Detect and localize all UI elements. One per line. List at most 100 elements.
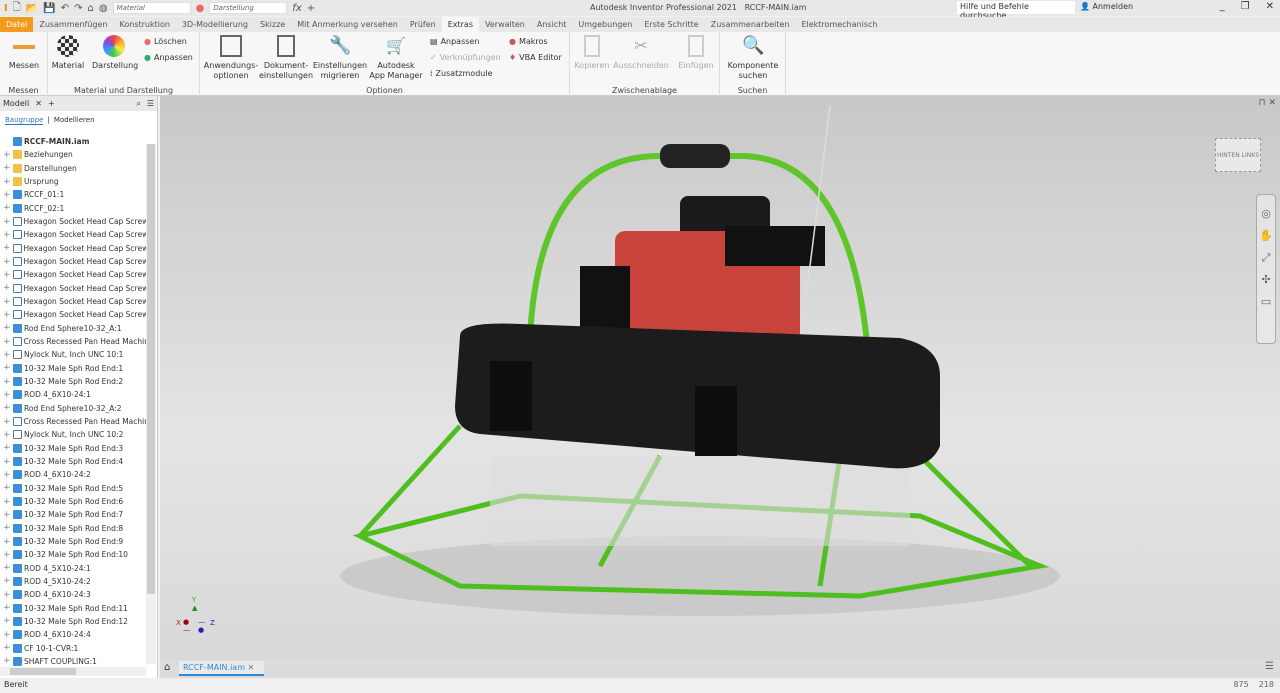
tree-item[interactable]: + ROD 4_5X10-24:1: [0, 562, 146, 575]
appearance-button[interactable]: Darstellung: [92, 35, 138, 71]
close-button[interactable]: ✕: [1266, 1, 1274, 12]
expand-icon[interactable]: +: [3, 630, 11, 640]
tree-item[interactable]: +10-32 Male Sph Rod End:8: [0, 522, 146, 535]
tree-item[interactable]: + Beziehungen: [0, 148, 146, 161]
expand-icon[interactable]: +: [3, 390, 11, 400]
tree-root[interactable]: RCCF-MAIN.iam: [0, 135, 146, 148]
tree-item[interactable]: +10-32 Male Sph Rod End:11: [0, 601, 146, 614]
3d-viewport[interactable]: HINTEN LINKS ⊓ ✕ ◎ ✋ ⤢ ✣ ▭ Y ▲ X ●— —● Z: [160, 96, 1280, 660]
tab-umgebungen[interactable]: Umgebungen: [572, 17, 638, 32]
close-tab-icon[interactable]: ✕: [35, 99, 42, 108]
expand-icon[interactable]: +: [3, 576, 11, 586]
doc-tab-rccf-main[interactable]: RCCF-MAIN.iam ✕: [179, 661, 264, 676]
expand-icon[interactable]: +: [3, 537, 11, 547]
tree-item[interactable]: + Hexagon Socket Head Cap Screw - In: [0, 228, 146, 241]
panel-label[interactable]: Material und Darstellung: [48, 86, 199, 95]
home-tab-icon[interactable]: ⌂: [164, 662, 170, 673]
cut-button[interactable]: ✂ Ausschneiden: [612, 35, 670, 71]
tree-item[interactable]: +10-32 Male Sph Rod End:1: [0, 362, 146, 375]
horizontal-scrollbar[interactable]: [0, 667, 146, 676]
tab-skizze[interactable]: Skizze: [254, 17, 291, 32]
expand-icon[interactable]: +: [3, 497, 11, 507]
save-icon[interactable]: 💾: [43, 3, 55, 14]
tree-item[interactable]: + CF 10-1-CVR:1: [0, 641, 146, 654]
tree-item[interactable]: +10-32 Male Sph Rod End:12: [0, 615, 146, 628]
expand-icon[interactable]: +: [3, 310, 11, 320]
expand-icon[interactable]: +: [3, 443, 11, 453]
expand-icon[interactable]: +: [3, 483, 11, 493]
expand-icon[interactable]: +: [3, 163, 11, 173]
orbit-icon[interactable]: ✣: [1257, 269, 1275, 291]
expand-icon[interactable]: +: [3, 203, 11, 213]
tab-datei[interactable]: Datei: [0, 17, 34, 32]
measure-button[interactable]: Messen: [8, 35, 40, 71]
look-at-icon[interactable]: ▭: [1257, 291, 1275, 313]
panel-label[interactable]: Optionen: [200, 86, 569, 95]
expand-icon[interactable]: +: [3, 243, 11, 253]
tab-ansicht[interactable]: Ansicht: [531, 17, 573, 32]
tab-zusammenarbeiten[interactable]: Zusammenarbeiten: [705, 17, 796, 32]
application-options-button[interactable]: Anwendungs-optionen: [202, 35, 260, 81]
expand-icon[interactable]: +: [3, 470, 11, 480]
close-doc-icon[interactable]: ✕: [248, 663, 255, 672]
expand-icon[interactable]: +: [3, 656, 11, 666]
expand-icon[interactable]: +: [3, 616, 11, 626]
material-button[interactable]: Material: [50, 35, 86, 71]
tab-erste-schritte[interactable]: Erste Schritte: [638, 17, 704, 32]
copy-button[interactable]: Kopieren: [572, 35, 612, 71]
expand-icon[interactable]: +: [3, 350, 11, 360]
customize-button[interactable]: ▤ Anpassen: [430, 37, 479, 46]
tree-item[interactable]: +10-32 Male Sph Rod End:5: [0, 482, 146, 495]
browser-tab-model[interactable]: Modell: [3, 99, 29, 108]
tree-item[interactable]: + Rod End Sphere10-32_A:2: [0, 402, 146, 415]
document-settings-button[interactable]: Dokument-einstellungen: [258, 35, 314, 81]
tab-zusammenfuegen[interactable]: Zusammenfügen: [33, 17, 113, 32]
zoom-icon[interactable]: ⤢: [1257, 247, 1275, 269]
tree-item[interactable]: + Hexagon Socket Head Cap Screw - In: [0, 282, 146, 295]
tree-item[interactable]: + Ursprung: [0, 175, 146, 188]
close-viewport-icon[interactable]: ✕: [1268, 98, 1276, 108]
tree-item[interactable]: + Rod End Sphere10-32_A:1: [0, 322, 146, 335]
redo-icon[interactable]: ↷: [74, 3, 82, 14]
undo-icon[interactable]: ↶: [61, 3, 69, 14]
tree-item[interactable]: + ROD 4_6X10-24:3: [0, 588, 146, 601]
tree-item[interactable]: +10-32 Male Sph Rod End:10: [0, 548, 146, 561]
expand-icon[interactable]: +: [3, 323, 11, 333]
restore-button[interactable]: ❐: [1241, 1, 1250, 12]
tree-item[interactable]: + ROD 4_6X10-24:2: [0, 468, 146, 481]
expand-icon[interactable]: +: [3, 603, 11, 613]
delete-appearance-button[interactable]: ● Löschen: [144, 37, 187, 46]
tree-item[interactable]: + Cross Recessed Pan Head Machine Sc: [0, 335, 146, 348]
expand-icon[interactable]: +: [3, 457, 11, 467]
plus-icon[interactable]: +: [307, 3, 315, 14]
tab-konstruktion[interactable]: Konstruktion: [114, 17, 176, 32]
tree-item[interactable]: + Hexagon Socket Head Cap Screw - In: [0, 295, 146, 308]
pan-icon[interactable]: ✋: [1257, 225, 1275, 247]
macros-button[interactable]: ● Makros: [509, 37, 548, 46]
expand-icon[interactable]: +: [3, 257, 11, 267]
open-icon[interactable]: 📂: [26, 3, 38, 14]
tab-anmerkung[interactable]: Mit Anmerkung versehen: [291, 17, 404, 32]
tab-verwalten[interactable]: Verwalten: [479, 17, 531, 32]
vertical-scrollbar[interactable]: [146, 144, 156, 664]
assembly-model[interactable]: [160, 96, 1280, 660]
new-file-icon[interactable]: 🗋: [13, 0, 21, 17]
tree-item[interactable]: + Cross Recessed Pan Head Machine Sc: [0, 415, 146, 428]
addins-button[interactable]: ⁞ Zusatzmodule: [430, 69, 492, 78]
tree-item[interactable]: +10-32 Male Sph Rod End:4: [0, 455, 146, 468]
paste-button[interactable]: Einfügen: [676, 35, 716, 71]
steering-wheel-icon[interactable]: ◎: [1257, 203, 1275, 225]
sign-in-button[interactable]: 👤 Anmelden: [1080, 2, 1133, 11]
pin-icon[interactable]: ⊓: [1259, 98, 1266, 108]
tab-baugruppe[interactable]: Baugruppe: [5, 116, 44, 125]
expand-icon[interactable]: +: [3, 430, 11, 440]
material-combo[interactable]: Material: [112, 2, 191, 14]
expand-icon[interactable]: +: [3, 270, 11, 280]
expand-icon[interactable]: +: [3, 150, 11, 160]
tab-elektromechanisch[interactable]: Elektromechanisch: [795, 17, 883, 32]
tree-item[interactable]: + ROD 4_6X10-24:1: [0, 388, 146, 401]
shortcuts-button[interactable]: ✓ Verknüpfungen: [430, 53, 501, 62]
viewcube[interactable]: HINTEN LINKS: [1215, 138, 1261, 172]
expand-icon[interactable]: +: [3, 590, 11, 600]
minimize-button[interactable]: _: [1220, 1, 1225, 12]
